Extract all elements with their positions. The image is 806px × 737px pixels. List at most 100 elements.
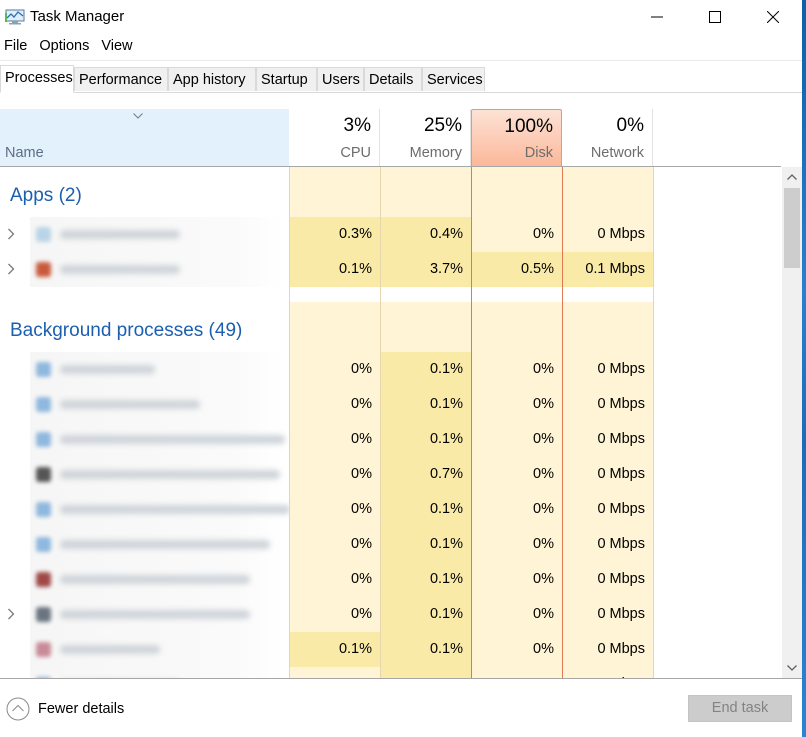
process-row[interactable]: 0.1% 3.7% 0.5% 0.1 Mbps bbox=[0, 252, 781, 287]
network-value: 0 Mbps bbox=[562, 562, 653, 597]
fewer-details-button[interactable]: Fewer details bbox=[6, 697, 124, 721]
process-row[interactable]: 0%0.3%0%0 Mbps bbox=[0, 667, 781, 678]
process-list: Apps (2) 0.3% 0.4% 0% 0 Mbps 0.1% 3.7% 0.5% 0.1 … bbox=[0, 167, 781, 678]
process-row[interactable]: 0% 0.1% 0% 0 Mbps bbox=[0, 527, 781, 562]
memory-value: 0.1% bbox=[380, 352, 471, 387]
section-cell bbox=[471, 302, 562, 352]
column-header-network[interactable]: 0% Network bbox=[562, 109, 653, 166]
section-cell bbox=[289, 302, 380, 352]
tab-app-history[interactable]: App history bbox=[168, 67, 256, 91]
tab-services[interactable]: Services bbox=[422, 67, 485, 91]
memory-value: 0.1% bbox=[380, 527, 471, 562]
tab-performance[interactable]: Performance bbox=[74, 67, 168, 91]
chevron-down-icon bbox=[133, 113, 143, 119]
scroll-down-button[interactable] bbox=[782, 658, 802, 678]
process-name-blur bbox=[60, 505, 290, 514]
memory-value: 0.1% bbox=[380, 492, 471, 527]
column-header-disk[interactable]: 100% Disk bbox=[471, 109, 562, 166]
process-row[interactable]: 0% 0.1% 0% 0 Mbps bbox=[0, 387, 781, 422]
process-name-blur bbox=[60, 610, 250, 619]
process-row[interactable]: 0% 0.7% 0% 0 Mbps bbox=[0, 457, 781, 492]
process-row[interactable]: 0% 0.1% 0% 0 Mbps bbox=[0, 562, 781, 597]
process-name-redacted bbox=[30, 667, 285, 678]
scroll-up-button[interactable] bbox=[782, 167, 802, 187]
cpu-value: 0.1% bbox=[289, 632, 380, 667]
minimize-button[interactable] bbox=[628, 0, 686, 34]
tab-users[interactable]: Users bbox=[317, 67, 364, 91]
process-icon bbox=[36, 397, 51, 412]
memory-value: 0.1% bbox=[380, 632, 471, 667]
memory-value: 0.4% bbox=[380, 217, 471, 252]
memory-value: 3.7% bbox=[380, 252, 471, 287]
chevron-down-icon bbox=[787, 665, 797, 671]
column-header-name[interactable]: Name bbox=[0, 109, 289, 166]
close-button[interactable] bbox=[744, 0, 802, 34]
column-separator bbox=[289, 167, 290, 678]
column-header-cpu[interactable]: 3% CPU bbox=[289, 109, 380, 166]
disk-value: 0% bbox=[471, 217, 562, 252]
footer-divider bbox=[0, 678, 802, 679]
chevron-right-icon[interactable] bbox=[7, 227, 15, 241]
process-icon bbox=[36, 537, 51, 552]
memory-value: 0.7% bbox=[380, 457, 471, 492]
network-value: 0 Mbps bbox=[562, 457, 653, 492]
chevron-right-icon[interactable] bbox=[7, 607, 15, 621]
process-name-blur bbox=[60, 575, 250, 584]
process-row[interactable]: 0% 0.1% 0% 0 Mbps bbox=[0, 492, 781, 527]
end-task-button[interactable]: End task bbox=[688, 695, 792, 722]
tab-processes[interactable]: Processes bbox=[0, 65, 74, 93]
process-row[interactable]: 0.1% 0.1% 0% 0 Mbps bbox=[0, 632, 781, 667]
menu-file[interactable]: File bbox=[4, 38, 27, 60]
network-value: 0 Mbps bbox=[562, 217, 653, 252]
section-header-apps: Apps (2) bbox=[0, 167, 781, 217]
process-row[interactable]: 0% 0.1% 0% 0 Mbps bbox=[0, 352, 781, 387]
memory-value: 0.1% bbox=[380, 422, 471, 457]
memory-value: 0.1% bbox=[380, 387, 471, 422]
process-name-blur bbox=[60, 540, 270, 549]
chevron-up-circle-icon bbox=[6, 697, 30, 721]
cpu-value: 0% bbox=[289, 492, 380, 527]
disk-total: 100% bbox=[504, 116, 553, 137]
title-bar: Task Manager bbox=[0, 0, 806, 36]
vertical-scrollbar[interactable] bbox=[782, 167, 802, 678]
column-label-cpu: CPU bbox=[340, 145, 371, 161]
menu-options[interactable]: Options bbox=[39, 38, 89, 60]
process-icon bbox=[36, 362, 51, 377]
disk-value: 0.5% bbox=[471, 252, 562, 287]
cpu-value: 0.1% bbox=[289, 252, 380, 287]
column-label-name: Name bbox=[5, 145, 44, 161]
scrollbar-thumb[interactable] bbox=[784, 188, 800, 268]
disk-value: 0% bbox=[471, 422, 562, 457]
tab-startup[interactable]: Startup bbox=[256, 67, 317, 91]
process-name-redacted bbox=[30, 422, 285, 457]
process-row[interactable]: 0% 0.1% 0% 0 Mbps bbox=[0, 597, 781, 632]
network-value: 0 Mbps bbox=[562, 422, 653, 457]
network-value: 0 Mbps bbox=[562, 667, 653, 678]
network-value: 0 Mbps bbox=[562, 632, 653, 667]
process-icon bbox=[36, 262, 51, 277]
process-row[interactable]: 0% 0.1% 0% 0 Mbps bbox=[0, 422, 781, 457]
process-name-redacted bbox=[30, 597, 285, 632]
chevron-right-icon[interactable] bbox=[7, 262, 15, 276]
process-name-redacted bbox=[30, 252, 285, 287]
column-label-network: Network bbox=[590, 145, 644, 161]
process-icon bbox=[36, 467, 51, 482]
tab-details[interactable]: Details bbox=[364, 67, 422, 91]
column-header-memory[interactable]: 25% Memory bbox=[380, 109, 471, 166]
process-row[interactable]: 0.3% 0.4% 0% 0 Mbps bbox=[0, 217, 781, 252]
process-name-redacted bbox=[30, 562, 285, 597]
process-name-blur bbox=[60, 230, 180, 239]
cpu-value: 0% bbox=[289, 352, 380, 387]
column-separator bbox=[562, 167, 563, 678]
column-label-disk: Disk bbox=[524, 145, 553, 161]
cpu-value: 0% bbox=[289, 422, 380, 457]
task-manager-icon bbox=[5, 9, 25, 25]
maximize-button[interactable] bbox=[686, 0, 744, 34]
disk-value: 0% bbox=[471, 632, 562, 667]
column-label-memory: Memory bbox=[409, 145, 462, 161]
process-icon bbox=[36, 607, 51, 622]
cpu-total: 3% bbox=[343, 115, 371, 136]
menu-view[interactable]: View bbox=[101, 38, 132, 60]
process-name-redacted bbox=[30, 632, 285, 667]
network-value: 0 Mbps bbox=[562, 527, 653, 562]
